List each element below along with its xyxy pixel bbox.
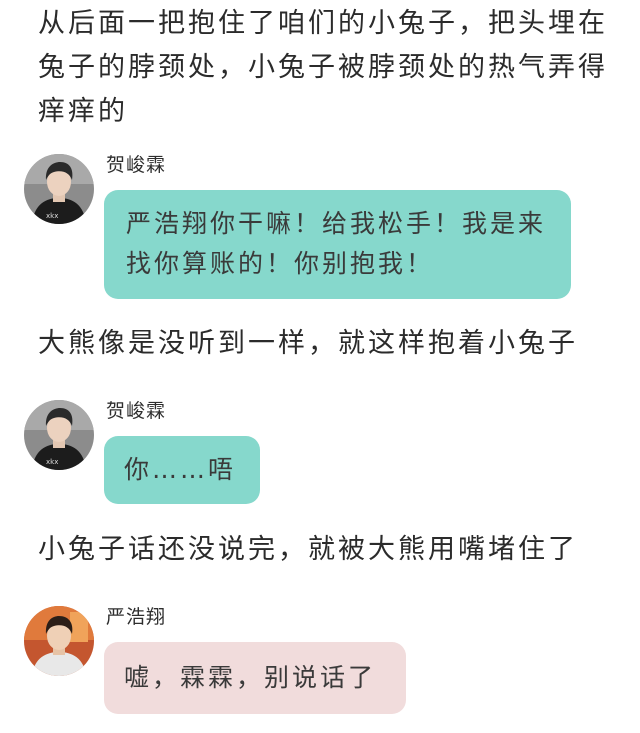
narration-text: 小兔子话还没说完，就被大熊用嘴堵住了 <box>38 534 578 565</box>
speaker-name: 严浩翔 <box>106 606 167 628</box>
narration-text: 大熊像是没听到一样，就这样抱着小兔子 <box>38 328 578 359</box>
avatar[interactable]: xkx <box>24 154 94 224</box>
speaker-name: 贺峻霖 <box>106 154 167 176</box>
chat-bubble: 严浩翔你干嘛！给我松手！我是来找你算账的！你别抱我！ <box>104 190 571 299</box>
narration-text: 从后面一把抱住了咱们的小兔子，把头埋在兔子的脖颈处，小兔子被脖颈处的热气弄得痒痒… <box>38 8 608 127</box>
avatar-boy-dark-shirt-icon: xkx <box>24 400 94 470</box>
avatar[interactable] <box>24 606 94 676</box>
avatar-boy-warm-background-icon <box>24 606 94 676</box>
avatar[interactable]: xkx <box>24 400 94 470</box>
speaker-name: 贺峻霖 <box>106 400 167 422</box>
chat-bubble: 你……唔 <box>104 436 260 504</box>
avatar-boy-dark-shirt-icon: xkx <box>24 154 94 224</box>
svg-text:xkx: xkx <box>46 212 58 220</box>
svg-text:xkx: xkx <box>46 458 58 466</box>
chat-bubble: 嘘，霖霖，别说话了 <box>104 642 406 714</box>
